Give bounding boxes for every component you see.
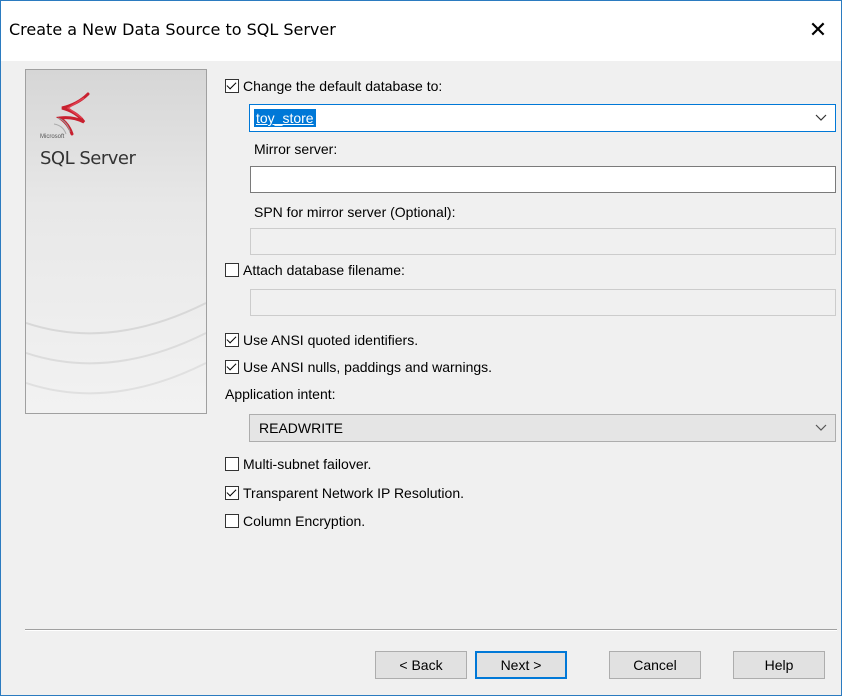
column-encryption-checkbox-row[interactable]: Column Encryption. — [225, 513, 365, 529]
app-intent-combo[interactable]: READWRITE — [249, 414, 836, 442]
back-button[interactable]: < Back — [375, 651, 467, 679]
close-icon[interactable]: ✕ — [795, 11, 841, 51]
ansi-nulls-label: Use ANSI nulls, paddings and warnings. — [243, 359, 493, 375]
mirror-server-label: Mirror server: — [254, 141, 338, 157]
change-default-db-checkbox[interactable] — [225, 79, 239, 93]
help-button[interactable]: Help — [733, 651, 825, 679]
change-default-db-label: Change the default database to: — [243, 78, 443, 94]
multi-subnet-checkbox-row[interactable]: Multi-subnet failover. — [225, 456, 371, 472]
column-encryption-checkbox[interactable] — [225, 514, 239, 528]
default-db-value: toy_store — [254, 109, 316, 127]
spn-input[interactable] — [250, 228, 836, 255]
transparent-ip-checkbox[interactable] — [225, 486, 239, 500]
chevron-down-icon[interactable] — [815, 421, 827, 433]
window-title: Create a New Data Source to SQL Server — [9, 20, 336, 39]
brand-small-text: Microsoft — [40, 134, 65, 140]
attach-db-checkbox[interactable] — [225, 263, 239, 277]
decorative-curves — [26, 302, 206, 395]
app-intent-value: READWRITE — [259, 420, 343, 436]
multi-subnet-label: Multi-subnet failover. — [243, 456, 372, 472]
ansi-nulls-checkbox[interactable] — [225, 360, 239, 374]
transparent-ip-label: Transparent Network IP Resolution. — [243, 485, 464, 501]
product-name: SQL Server — [40, 148, 136, 169]
ansi-quoted-label: Use ANSI quoted identifiers. — [243, 332, 419, 348]
next-button[interactable]: Next > — [475, 651, 567, 679]
footer-separator — [25, 629, 837, 631]
title-bar: Create a New Data Source to SQL Server ✕ — [1, 1, 841, 61]
transparent-ip-checkbox-row[interactable]: Transparent Network IP Resolution. — [225, 485, 464, 501]
attach-db-checkbox-row[interactable]: Attach database filename: — [225, 262, 405, 278]
ansi-quoted-checkbox-row[interactable]: Use ANSI quoted identifiers. — [225, 332, 418, 348]
chevron-down-icon[interactable] — [815, 111, 827, 123]
default-db-combo[interactable]: toy_store — [249, 104, 836, 132]
dialog-window: Create a New Data Source to SQL Server ✕… — [0, 0, 842, 696]
mirror-server-input[interactable] — [250, 166, 836, 193]
cancel-button[interactable]: Cancel — [609, 651, 701, 679]
ansi-quoted-checkbox[interactable] — [225, 333, 239, 347]
attach-db-label: Attach database filename: — [243, 262, 405, 278]
spn-label: SPN for mirror server (Optional): — [254, 204, 456, 220]
attach-db-input[interactable] — [250, 289, 836, 316]
app-intent-label: Application intent: — [225, 386, 336, 402]
change-default-db-checkbox-row[interactable]: Change the default database to: — [225, 78, 442, 94]
column-encryption-label: Column Encryption. — [243, 513, 366, 529]
side-banner: Microsoft SQL Server — [25, 69, 207, 414]
ansi-nulls-checkbox-row[interactable]: Use ANSI nulls, paddings and warnings. — [225, 359, 492, 375]
multi-subnet-checkbox[interactable] — [225, 457, 239, 471]
